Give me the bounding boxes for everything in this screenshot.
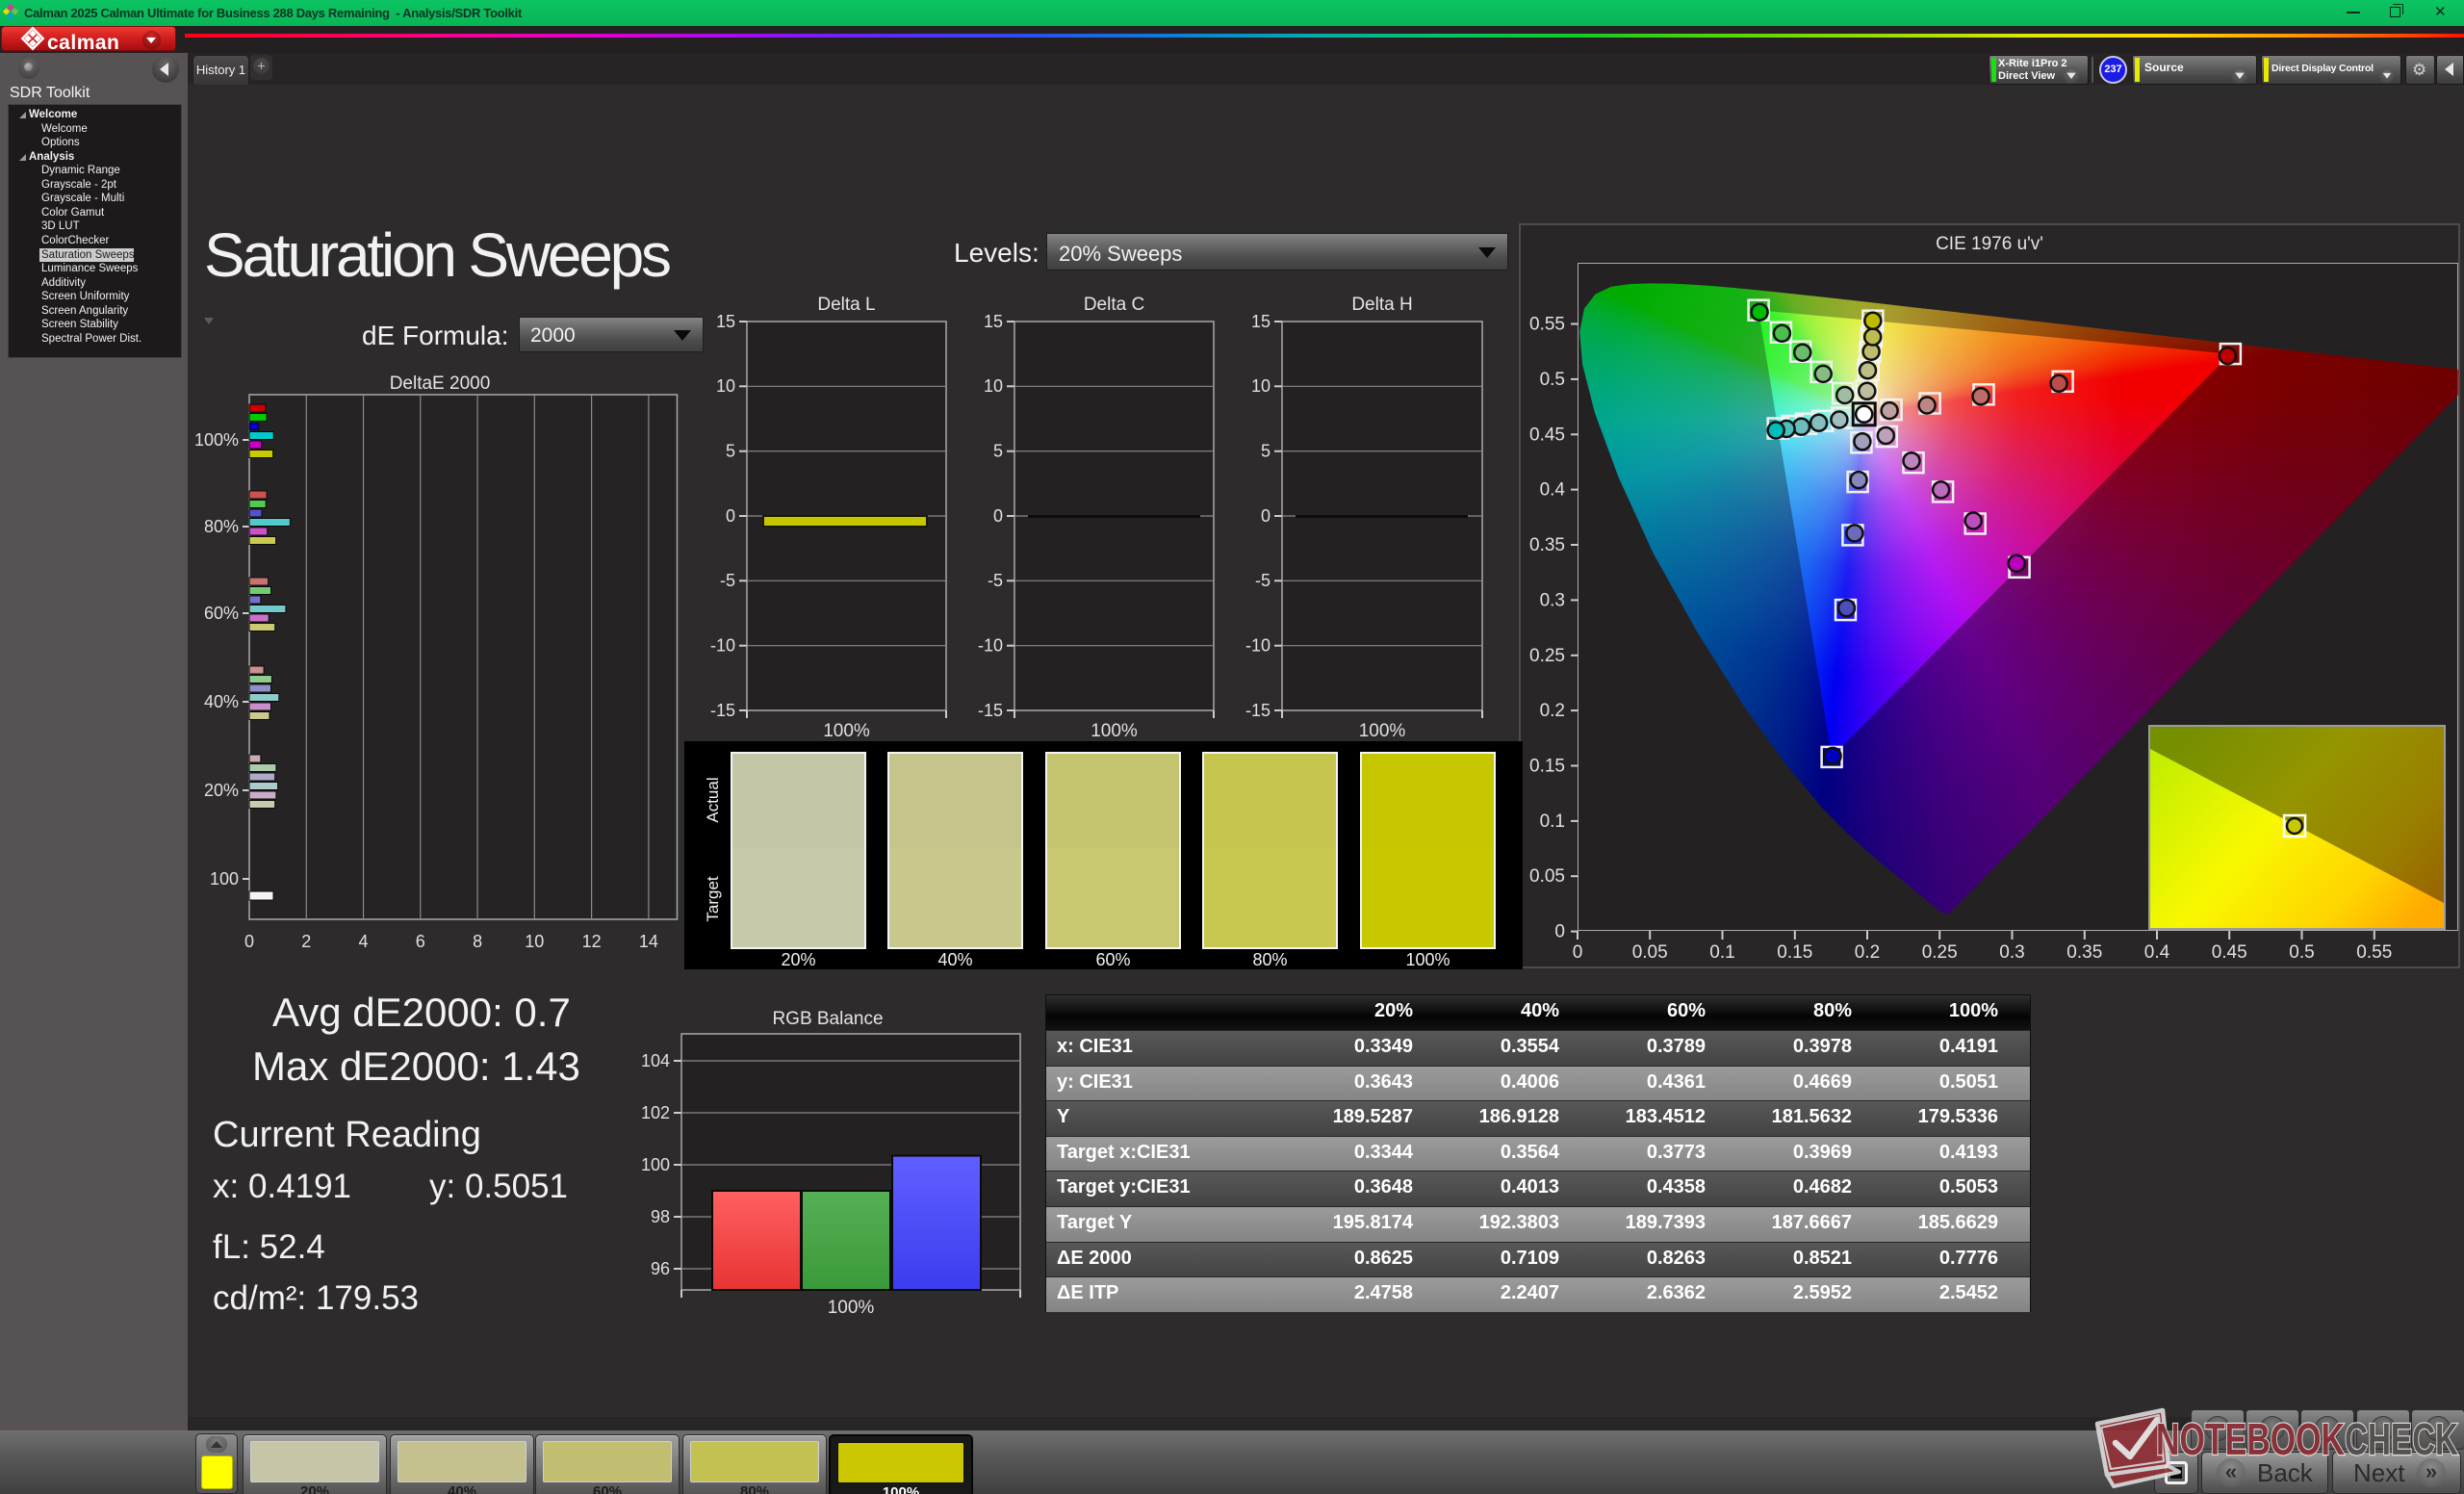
svg-text:4: 4 [358, 932, 368, 951]
svg-text:Delta L: Delta L [817, 295, 875, 315]
svg-text:0.45: 0.45 [2212, 942, 2247, 963]
svg-text:40%: 40% [204, 692, 239, 711]
svg-text:15: 15 [984, 312, 1003, 331]
svg-text:12: 12 [582, 932, 602, 951]
svg-text:0.55: 0.55 [2356, 942, 2392, 963]
svg-text:80%: 80% [1252, 950, 1287, 969]
svg-text:5: 5 [993, 441, 1003, 460]
svg-text:0: 0 [1261, 506, 1270, 526]
svg-text:0: 0 [1554, 922, 1565, 942]
svg-text:100%: 100% [1359, 721, 1406, 741]
svg-text:20%: 20% [781, 950, 815, 969]
svg-text:15: 15 [716, 312, 735, 331]
svg-text:0.15: 0.15 [1529, 757, 1565, 777]
svg-text:NOTEBOOK: NOTEBOOK [2156, 1414, 2345, 1464]
svg-text:Target: Target [704, 876, 722, 922]
svg-text:15: 15 [1251, 312, 1270, 331]
svg-text:0.1: 0.1 [1709, 942, 1734, 963]
svg-text:-5: -5 [1255, 571, 1270, 590]
svg-text:10: 10 [984, 376, 1003, 396]
svg-text:102: 102 [641, 1103, 670, 1122]
svg-text:8: 8 [473, 932, 482, 951]
svg-text:0.35: 0.35 [2066, 942, 2102, 963]
svg-text:60%: 60% [1095, 950, 1130, 969]
svg-text:-15: -15 [1245, 701, 1270, 720]
svg-text:10: 10 [525, 932, 544, 951]
svg-text:2: 2 [301, 932, 311, 951]
svg-text:60%: 60% [204, 604, 239, 623]
svg-text:0.25: 0.25 [1529, 646, 1565, 666]
svg-text:0: 0 [244, 932, 254, 951]
svg-text:Actual: Actual [704, 777, 722, 822]
svg-text:0.5: 0.5 [1540, 370, 1565, 390]
svg-text:0.2: 0.2 [1540, 701, 1565, 721]
svg-text:0: 0 [993, 506, 1003, 526]
svg-text:CHECK: CHECK [2345, 1414, 2458, 1464]
svg-text:-10: -10 [710, 635, 735, 655]
svg-text:0.2: 0.2 [1855, 942, 1880, 963]
svg-text:40%: 40% [937, 950, 972, 969]
svg-text:-10: -10 [1245, 635, 1270, 655]
svg-text:100%: 100% [1091, 721, 1138, 741]
svg-text:Delta C: Delta C [1084, 295, 1144, 315]
svg-text:0.35: 0.35 [1529, 535, 1565, 555]
svg-text:20%: 20% [204, 781, 239, 800]
svg-text:100%: 100% [194, 430, 239, 450]
svg-text:-15: -15 [710, 701, 735, 720]
svg-text:0.4: 0.4 [2144, 942, 2170, 963]
svg-text:0.15: 0.15 [1777, 942, 1812, 963]
svg-text:100%: 100% [828, 1298, 875, 1318]
svg-text:6: 6 [416, 932, 425, 951]
svg-text:14: 14 [639, 932, 658, 951]
svg-text:0.45: 0.45 [1529, 425, 1565, 445]
svg-text:98: 98 [651, 1207, 670, 1226]
svg-text:100%: 100% [1405, 950, 1450, 969]
svg-text:0.25: 0.25 [1922, 942, 1958, 963]
svg-text:RGB Balance: RGB Balance [772, 1009, 883, 1029]
svg-text:-5: -5 [988, 571, 1003, 590]
svg-text:100: 100 [641, 1155, 670, 1174]
svg-text:0.4: 0.4 [1540, 480, 1566, 501]
svg-text:0.3: 0.3 [1540, 590, 1565, 610]
svg-text:5: 5 [726, 441, 735, 460]
svg-text:0: 0 [726, 506, 735, 526]
svg-text:-15: -15 [978, 701, 1003, 720]
svg-text:10: 10 [716, 376, 735, 396]
svg-text:10: 10 [1251, 376, 1270, 396]
svg-text:0.1: 0.1 [1540, 811, 1565, 832]
svg-text:0: 0 [1573, 942, 1583, 963]
svg-text:96: 96 [651, 1259, 670, 1278]
svg-text:0.05: 0.05 [1632, 942, 1668, 963]
svg-text:104: 104 [641, 1051, 670, 1070]
svg-text:100%: 100% [823, 721, 870, 741]
svg-text:0.55: 0.55 [1529, 315, 1565, 335]
svg-text:0.5: 0.5 [2289, 942, 2314, 963]
svg-text:-10: -10 [978, 635, 1003, 655]
svg-text:5: 5 [1261, 441, 1270, 460]
svg-text:DeltaE 2000: DeltaE 2000 [390, 374, 491, 394]
svg-text:-5: -5 [720, 571, 735, 590]
svg-text:Delta H: Delta H [1351, 295, 1412, 315]
svg-text:100: 100 [210, 869, 239, 889]
svg-text:80%: 80% [204, 517, 239, 536]
svg-text:0.3: 0.3 [1999, 942, 2024, 963]
svg-text:0.05: 0.05 [1529, 866, 1565, 887]
